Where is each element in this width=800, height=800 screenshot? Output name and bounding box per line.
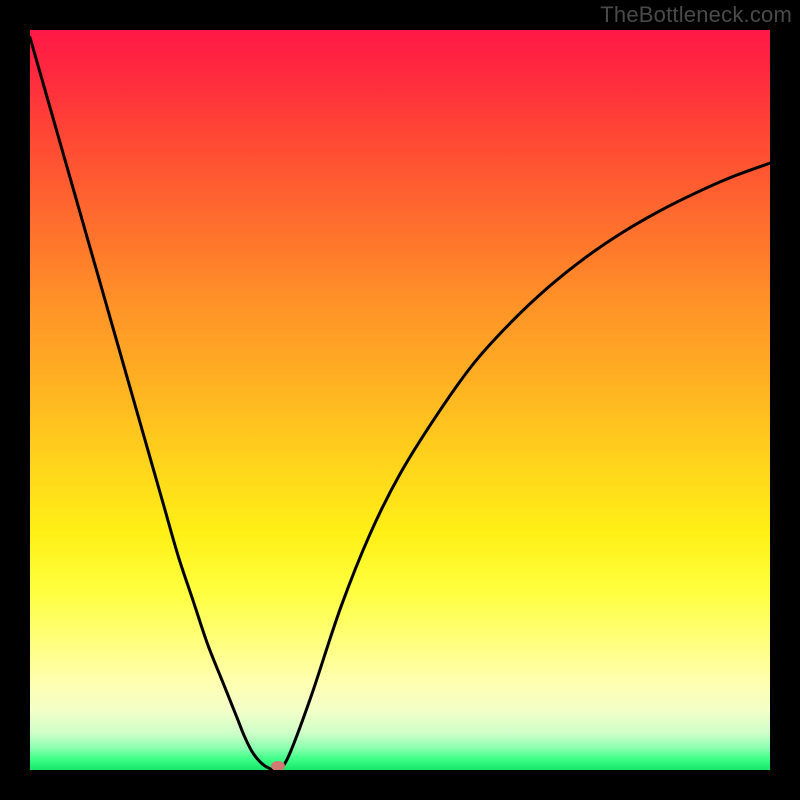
- watermark-text: TheBottleneck.com: [600, 2, 792, 28]
- minimum-marker: [271, 761, 285, 770]
- chart-frame: TheBottleneck.com: [0, 0, 800, 800]
- bottleneck-curve: [30, 37, 770, 770]
- plot-area: [30, 30, 770, 770]
- curve-layer: [30, 30, 770, 770]
